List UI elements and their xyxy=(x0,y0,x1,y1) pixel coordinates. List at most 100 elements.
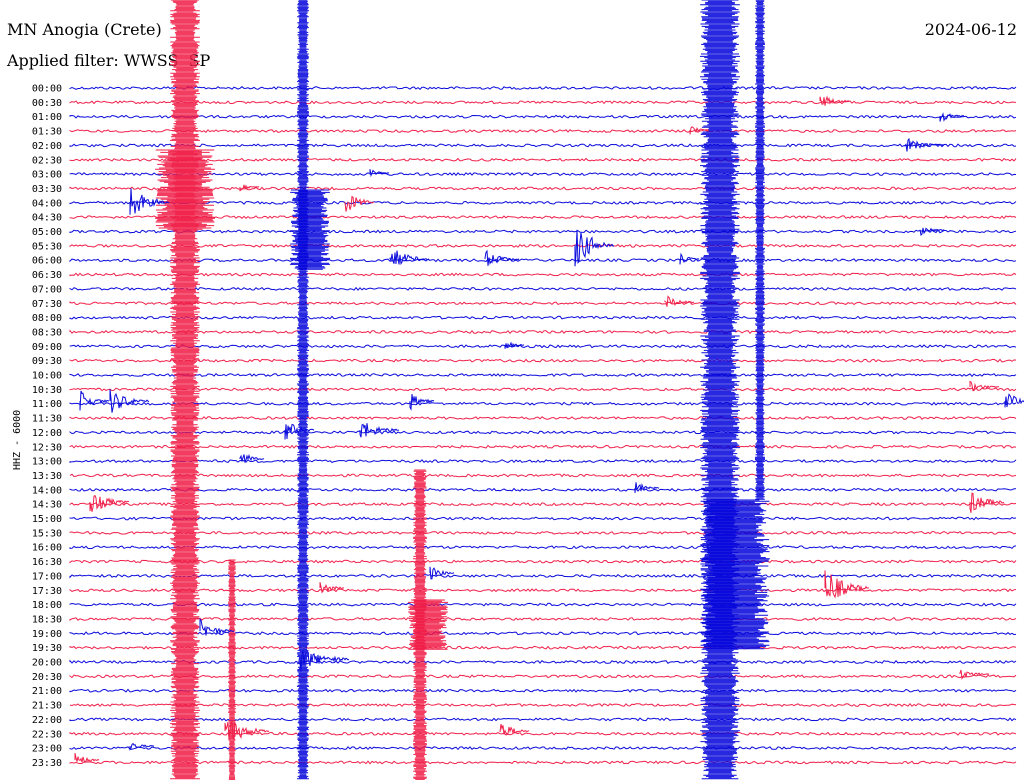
trace-line xyxy=(69,746,1017,751)
trace-line xyxy=(69,114,1017,119)
time-label: 17:30 xyxy=(32,586,62,597)
trace-line xyxy=(69,703,1017,708)
time-label: 18:30 xyxy=(32,614,62,625)
trace-line xyxy=(69,645,1017,650)
trace-line xyxy=(69,344,1017,349)
trace-line xyxy=(69,157,1017,162)
trace-line xyxy=(69,430,1017,435)
trace-line xyxy=(69,329,1017,334)
event-trace xyxy=(1004,393,1024,408)
time-label: 12:00 xyxy=(32,428,62,439)
time-label: 10:00 xyxy=(32,371,62,382)
trace-line xyxy=(69,659,1017,664)
trace-line xyxy=(69,717,1017,722)
time-label: 04:30 xyxy=(32,213,62,224)
time-label: 08:30 xyxy=(32,327,62,338)
time-label: 17:00 xyxy=(32,571,62,582)
time-label: 07:00 xyxy=(32,284,62,295)
trace-line xyxy=(69,444,1017,449)
trace-line xyxy=(69,143,1017,148)
trace-line xyxy=(69,401,1017,406)
trace-line xyxy=(69,315,1017,320)
time-label: 11:00 xyxy=(32,399,62,410)
time-label: 13:30 xyxy=(32,471,62,482)
event-trace xyxy=(79,390,110,411)
event-band xyxy=(408,599,448,650)
trace-line xyxy=(69,530,1017,535)
trace-line xyxy=(69,473,1017,478)
trace-line xyxy=(69,760,1017,765)
time-label: 08:00 xyxy=(32,313,62,324)
trace-line xyxy=(69,301,1017,306)
trace-line xyxy=(69,502,1017,507)
time-label: 05:30 xyxy=(32,241,62,252)
trace-line xyxy=(69,487,1017,492)
time-label: 12:30 xyxy=(32,442,62,453)
event-trace xyxy=(484,249,520,266)
event-trace xyxy=(74,752,100,764)
event-band xyxy=(290,189,330,270)
event-trace xyxy=(824,570,870,599)
time-label: 00:30 xyxy=(32,98,62,109)
event-trace xyxy=(359,423,400,438)
event-trace xyxy=(344,195,375,212)
time-label: 20:00 xyxy=(32,658,62,669)
time-label: 07:30 xyxy=(32,299,62,310)
trace-line xyxy=(69,358,1017,363)
event-trace xyxy=(109,389,150,413)
trace-line xyxy=(69,573,1017,579)
trace-line xyxy=(69,258,1017,263)
time-label: 23:00 xyxy=(32,744,62,755)
trace-line xyxy=(69,617,1017,621)
trace-line xyxy=(69,372,1017,378)
time-label: 23:30 xyxy=(32,758,62,769)
trace-line xyxy=(69,588,1017,593)
time-label: 05:00 xyxy=(32,227,62,238)
trace-line xyxy=(69,416,1017,421)
trace-line xyxy=(69,229,1017,234)
time-label: 21:00 xyxy=(32,686,62,697)
event-trace xyxy=(819,95,850,106)
time-label: 02:00 xyxy=(32,141,62,152)
time-label: 03:00 xyxy=(32,170,62,181)
time-label: 20:30 xyxy=(32,672,62,683)
event-trace xyxy=(939,112,965,122)
trace-line xyxy=(69,272,1017,277)
time-label: 18:00 xyxy=(32,600,62,611)
trace-line xyxy=(69,731,1017,736)
time-label: 16:30 xyxy=(32,557,62,568)
event-trace xyxy=(369,169,390,178)
trace-line xyxy=(69,86,1017,90)
time-label: 21:30 xyxy=(32,701,62,712)
trace-line xyxy=(69,516,1017,521)
trace-line xyxy=(69,545,1017,550)
trace-line xyxy=(69,688,1017,693)
time-label: 04:00 xyxy=(32,198,62,209)
trace-line xyxy=(69,243,1017,248)
time-label: 22:30 xyxy=(32,729,62,740)
trace-line xyxy=(69,674,1017,679)
event-band xyxy=(755,0,765,500)
time-label: 03:30 xyxy=(32,184,62,195)
time-label: 11:30 xyxy=(32,414,62,425)
event-trace xyxy=(634,482,660,493)
time-label: 16:00 xyxy=(32,543,62,554)
event-trace xyxy=(904,137,945,152)
event-trace xyxy=(409,394,435,411)
time-label: 01:00 xyxy=(32,112,62,123)
time-label: 14:30 xyxy=(32,500,62,511)
trace-line xyxy=(69,200,1017,205)
time-label: 15:30 xyxy=(32,528,62,539)
event-trace xyxy=(389,250,430,266)
event-trace xyxy=(664,295,695,307)
time-label: 22:00 xyxy=(32,715,62,726)
trace-line xyxy=(69,459,1017,464)
helicorder-plot: 00:00 00:30 01:00 01:30 02:00 02:30 03:00 03:30… xyxy=(32,0,1024,780)
time-label: 13:00 xyxy=(32,457,62,468)
time-label: 00:00 xyxy=(32,84,62,95)
trace-line xyxy=(69,100,1017,105)
time-label: 06:30 xyxy=(32,270,62,281)
trace-line xyxy=(69,387,1017,392)
trace-line xyxy=(69,602,1017,607)
time-label: 01:30 xyxy=(32,127,62,138)
